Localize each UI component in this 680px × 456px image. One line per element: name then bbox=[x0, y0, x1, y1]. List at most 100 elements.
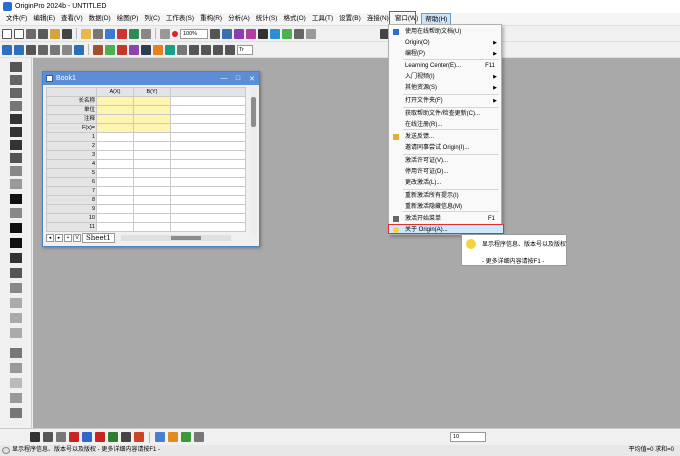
cell[interactable] bbox=[96, 186, 134, 196]
close-button[interactable]: ✕ bbox=[245, 75, 259, 83]
cell[interactable] bbox=[133, 204, 171, 214]
cell[interactable] bbox=[133, 213, 171, 223]
menu-data[interactable]: 数据(D) bbox=[86, 13, 114, 25]
template-icon[interactable] bbox=[194, 432, 204, 442]
cell[interactable] bbox=[96, 105, 134, 115]
area-plot-icon[interactable] bbox=[95, 432, 105, 442]
messages-icon[interactable] bbox=[282, 28, 292, 39]
sheet-list-button[interactable]: V bbox=[73, 234, 81, 242]
row-number[interactable]: 4 bbox=[46, 159, 97, 169]
maximize-button[interactable]: □ bbox=[231, 75, 245, 82]
row-number[interactable]: 9 bbox=[46, 204, 97, 214]
mask-icon[interactable] bbox=[38, 44, 48, 55]
menu-analysis[interactable]: 分析(A) bbox=[225, 13, 253, 25]
zoom-select[interactable]: 100% bbox=[180, 28, 208, 39]
menu-statistics[interactable]: 统计(S) bbox=[253, 13, 281, 25]
project-explorer-icon[interactable] bbox=[270, 28, 280, 39]
row-number[interactable]: 1 bbox=[46, 132, 97, 142]
line-tool-icon[interactable] bbox=[10, 238, 22, 248]
bridge-icon[interactable] bbox=[10, 393, 22, 403]
insert-graph-icon[interactable] bbox=[10, 313, 22, 323]
cell[interactable] bbox=[96, 96, 134, 106]
scale-icon[interactable] bbox=[10, 101, 22, 111]
scatter-plot-icon[interactable] bbox=[43, 432, 53, 442]
menu-view[interactable]: 查看(V) bbox=[58, 13, 86, 25]
set-column-icon[interactable] bbox=[74, 44, 84, 55]
sort-icon[interactable] bbox=[50, 44, 60, 55]
annotation-icon[interactable] bbox=[10, 208, 22, 218]
next-sheet-button[interactable]: ▸ bbox=[55, 234, 63, 242]
bar-chart-icon[interactable] bbox=[117, 44, 127, 55]
new-book-icon[interactable] bbox=[26, 28, 36, 39]
help-menu-item[interactable]: 发送反馈... bbox=[389, 132, 501, 142]
row-number[interactable]: 7 bbox=[46, 186, 97, 196]
arrow-tool-icon[interactable] bbox=[10, 223, 22, 233]
save-template-icon[interactable] bbox=[117, 28, 127, 39]
help-menu-item[interactable]: 在线注册(R)... bbox=[389, 120, 501, 130]
import-icon[interactable] bbox=[129, 28, 139, 39]
scroll-thumb[interactable] bbox=[251, 97, 256, 127]
plot-icon[interactable] bbox=[93, 44, 103, 55]
stats-icon[interactable] bbox=[141, 44, 151, 55]
vertical-scrollbar[interactable] bbox=[250, 87, 257, 235]
help-menu-item[interactable]: 更改激活(L)... bbox=[389, 178, 501, 188]
menu-edit[interactable]: 编辑(E) bbox=[30, 13, 58, 25]
cell[interactable] bbox=[96, 150, 134, 160]
help-menu-item[interactable]: Learning Center(E)... F11 bbox=[389, 61, 501, 71]
zoom-icon[interactable] bbox=[201, 44, 211, 55]
print-icon[interactable] bbox=[210, 28, 220, 39]
mask-tool-icon[interactable] bbox=[10, 166, 22, 176]
zoom-out-icon[interactable] bbox=[10, 88, 22, 98]
column-header-a[interactable]: A(X) bbox=[96, 87, 134, 97]
row-number[interactable]: 8 bbox=[46, 195, 97, 205]
hand-icon[interactable] bbox=[10, 268, 22, 278]
image-icon[interactable] bbox=[177, 44, 187, 55]
help-menu-item[interactable]: Origin(O) ▶ bbox=[389, 38, 501, 48]
text-tool-icon[interactable] bbox=[10, 194, 22, 204]
record-icon[interactable] bbox=[172, 30, 178, 37]
help-menu-item[interactable]: 重新激活所有提示(I) bbox=[389, 191, 501, 201]
column-icon[interactable] bbox=[62, 44, 72, 55]
column-plot-icon[interactable] bbox=[69, 432, 79, 442]
cell[interactable] bbox=[133, 222, 171, 232]
recalculate-icon[interactable] bbox=[160, 28, 170, 39]
crosshair-icon[interactable] bbox=[10, 114, 22, 124]
help-menu-item[interactable]: 其他资源(S) ▶ bbox=[389, 83, 501, 93]
menu-file[interactable]: 文件(F) bbox=[3, 13, 30, 25]
cell[interactable] bbox=[133, 132, 171, 142]
row-number[interactable]: 2 bbox=[46, 141, 97, 151]
color-icon[interactable] bbox=[165, 44, 175, 55]
apps-icon[interactable] bbox=[306, 28, 316, 39]
cell[interactable] bbox=[96, 168, 134, 178]
cell[interactable] bbox=[133, 123, 171, 133]
arrow-right-icon[interactable] bbox=[14, 44, 24, 55]
open-icon[interactable] bbox=[81, 28, 91, 39]
screen-reader-icon[interactable] bbox=[10, 127, 22, 137]
pen-icon[interactable] bbox=[10, 298, 22, 308]
column-header-b[interactable]: B(Y) bbox=[133, 87, 171, 97]
cell[interactable] bbox=[96, 132, 134, 142]
region-icon[interactable] bbox=[10, 153, 22, 163]
corner-cell[interactable] bbox=[46, 87, 97, 97]
menu-preferences[interactable]: 设置(B) bbox=[336, 13, 364, 25]
new-matrix-icon[interactable] bbox=[50, 28, 60, 39]
import-wizard-icon[interactable] bbox=[141, 28, 151, 39]
legend-icon[interactable] bbox=[10, 348, 22, 358]
help-menu-item[interactable]: 编程(P) ▶ bbox=[389, 49, 501, 59]
command-window-icon[interactable] bbox=[246, 28, 256, 39]
insert-3d-icon[interactable] bbox=[10, 328, 22, 338]
worksheet-grid[interactable]: A(X) B(Y) 长名称 单位 注释 F(x)= 1 2 3 4 5 6 7 … bbox=[46, 87, 246, 232]
help-menu-item[interactable]: 激活许可证(V)... bbox=[389, 156, 501, 166]
new-function-icon[interactable] bbox=[62, 28, 72, 39]
line-plot-icon[interactable] bbox=[30, 432, 40, 442]
cell[interactable] bbox=[133, 114, 171, 124]
help-menu-item[interactable]: 停用许可证(D)... bbox=[389, 167, 501, 177]
layer-icon[interactable] bbox=[129, 44, 139, 55]
cell[interactable] bbox=[133, 177, 171, 187]
help-menu-item[interactable]: 打开文件夹(F) ▶ bbox=[389, 96, 501, 106]
help-menu-item[interactable]: 邀请同事尝试 Origin(I)... bbox=[389, 143, 501, 153]
arrow-left-icon[interactable] bbox=[2, 44, 12, 55]
scissors-icon[interactable] bbox=[26, 44, 36, 55]
row-number[interactable]: 3 bbox=[46, 150, 97, 160]
hscroll-thumb[interactable] bbox=[170, 236, 201, 240]
